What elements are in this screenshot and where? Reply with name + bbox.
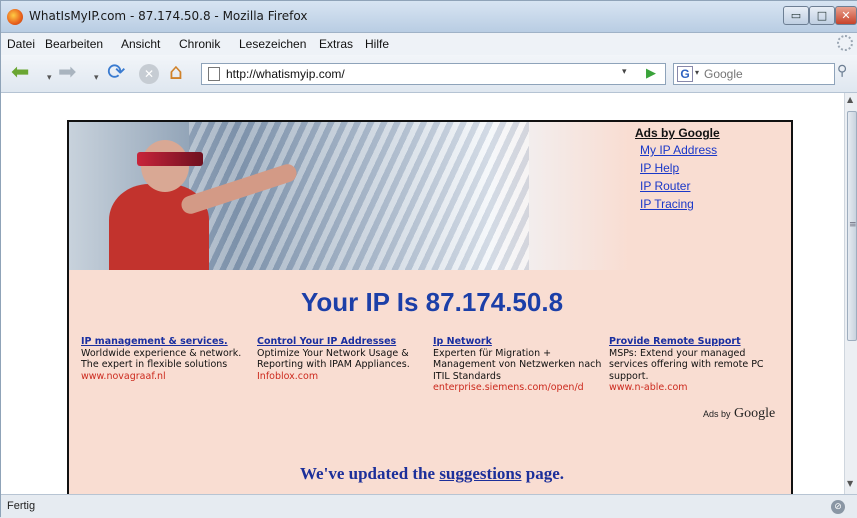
- page-content: Ads by Google My IP Address IP Help IP R…: [67, 120, 793, 494]
- ad-link-ip-help[interactable]: IP Help: [640, 161, 785, 176]
- ad-title-link[interactable]: Control Your IP Addresses: [257, 336, 429, 348]
- back-arrow-icon[interactable]: ⬅: [11, 62, 29, 84]
- suggestions-link[interactable]: suggestions: [439, 464, 521, 483]
- ad-body: MSPs: Extend your managed services offer…: [609, 347, 764, 382]
- ad-link-my-ip-address[interactable]: My IP Address: [640, 143, 785, 158]
- ad-body: Optimize Your Network Usage & Reporting …: [257, 347, 410, 371]
- ad-title-link[interactable]: Ip Network: [433, 336, 605, 348]
- minimize-button[interactable]: ▭: [783, 6, 809, 25]
- scrollbar-thumb[interactable]: ≡: [847, 111, 857, 341]
- url-text[interactable]: http://whatismyip.com/: [226, 67, 345, 81]
- url-history-dropdown-icon[interactable]: ▾: [622, 67, 627, 77]
- updated-notice: We've updated the suggestions page.: [69, 464, 795, 484]
- ad-title-link[interactable]: Provide Remote Support: [609, 336, 781, 348]
- ad-unit: Provide Remote Support MSPs: Extend your…: [609, 336, 781, 394]
- close-button[interactable]: ✕: [835, 6, 857, 25]
- ad-url-link[interactable]: enterprise.siemens.com/open/d: [433, 382, 605, 394]
- ad-link-ip-router[interactable]: IP Router: [640, 179, 785, 194]
- header-banner-image: [69, 122, 629, 270]
- ad-unit: Control Your IP Addresses Optimize Your …: [257, 336, 429, 382]
- reload-icon[interactable]: ⟳: [107, 62, 125, 84]
- title-bar[interactable]: WhatIsMyIP.com - 87.174.50.8 - Mozilla F…: [1, 1, 857, 33]
- menu-chronik[interactable]: Chronik: [179, 37, 220, 51]
- ads-by-google-footer[interactable]: Ads by Google: [703, 406, 775, 422]
- menu-bearbeiten[interactable]: Bearbeiten: [45, 37, 103, 51]
- search-magnifier-icon[interactable]: ⚲: [837, 63, 847, 79]
- browser-window: WhatIsMyIP.com - 87.174.50.8 - Mozilla F…: [0, 0, 857, 518]
- ads-by-google-heading[interactable]: Ads by Google: [635, 126, 785, 140]
- vr-headset-visor: [137, 152, 203, 166]
- scroll-down-arrow-icon[interactable]: ▼: [847, 479, 853, 488]
- menu-datei[interactable]: Datei: [7, 37, 35, 51]
- vertical-scrollbar[interactable]: ▲ ≡ ▼: [844, 93, 857, 494]
- google-brand-label: Google: [734, 406, 776, 421]
- window-title: WhatIsMyIP.com - 87.174.50.8 - Mozilla F…: [29, 9, 308, 23]
- updated-prefix: We've updated the: [300, 464, 436, 483]
- navigation-toolbar: ⬅ ▾ ➡ ▾ ⟳ ✕ ⌂ http://whatismyip.com/ ▾ ▶…: [1, 55, 857, 93]
- ad-link-ip-tracing[interactable]: IP Tracing: [640, 197, 785, 212]
- ad-body: Experten für Migration + Management von …: [433, 347, 602, 382]
- page-icon: [208, 67, 220, 81]
- menu-hilfe[interactable]: Hilfe: [365, 37, 389, 51]
- vr-figure-head: [141, 140, 189, 192]
- ad-url-link[interactable]: www.novagraaf.nl: [81, 371, 253, 383]
- stop-icon[interactable]: ✕: [139, 64, 159, 84]
- ad-title-link[interactable]: IP management & services.: [81, 336, 253, 348]
- scrollbar-grip-icon: ≡: [849, 220, 857, 230]
- firefox-icon: [7, 9, 23, 25]
- ad-unit: Ip Network Experten für Migration + Mana…: [433, 336, 605, 394]
- forward-arrow-icon[interactable]: ➡: [58, 62, 76, 84]
- search-input[interactable]: [704, 66, 832, 82]
- menu-bar: Datei Bearbeiten Ansicht Chronik Lesezei…: [1, 33, 857, 55]
- address-bar[interactable]: http://whatismyip.com/ ▾ ▶: [201, 63, 666, 85]
- activity-throbber-icon: [837, 35, 853, 51]
- ad-unit: IP management & services. Worldwide expe…: [81, 336, 253, 382]
- page-viewport: Ads by Google My IP Address IP Help IP R…: [1, 93, 844, 494]
- menu-extras[interactable]: Extras: [319, 37, 353, 51]
- ad-url-link[interactable]: Infoblox.com: [257, 371, 429, 383]
- ads-sidebar: Ads by Google My IP Address IP Help IP R…: [635, 126, 785, 215]
- search-engine-dropdown-icon[interactable]: ▾: [695, 68, 699, 77]
- menu-lesezeichen[interactable]: Lesezeichen: [239, 37, 306, 51]
- ip-address-headline: Your IP Is 87.174.50.8: [300, 287, 564, 317]
- status-bar: Fertig ⊘: [1, 494, 857, 518]
- status-text: Fertig: [7, 500, 36, 512]
- scroll-up-arrow-icon[interactable]: ▲: [847, 95, 853, 104]
- forward-history-dropdown-icon[interactable]: ▾: [94, 67, 99, 89]
- maximize-button[interactable]: □: [809, 6, 835, 25]
- google-engine-icon[interactable]: G: [677, 66, 693, 82]
- menu-ansicht[interactable]: Ansicht: [121, 37, 160, 51]
- security-icon[interactable]: ⊘: [831, 500, 845, 514]
- go-arrow-icon[interactable]: ▶: [646, 66, 656, 81]
- back-history-dropdown-icon[interactable]: ▾: [47, 67, 52, 89]
- ad-url-link[interactable]: www.n-able.com: [609, 382, 781, 394]
- home-icon[interactable]: ⌂: [169, 62, 183, 84]
- ad-body: Worldwide experience & network. The expe…: [81, 347, 242, 371]
- search-bar[interactable]: G ▾: [673, 63, 835, 85]
- updated-suffix: page.: [525, 464, 564, 483]
- ads-by-label: Ads by: [703, 409, 731, 419]
